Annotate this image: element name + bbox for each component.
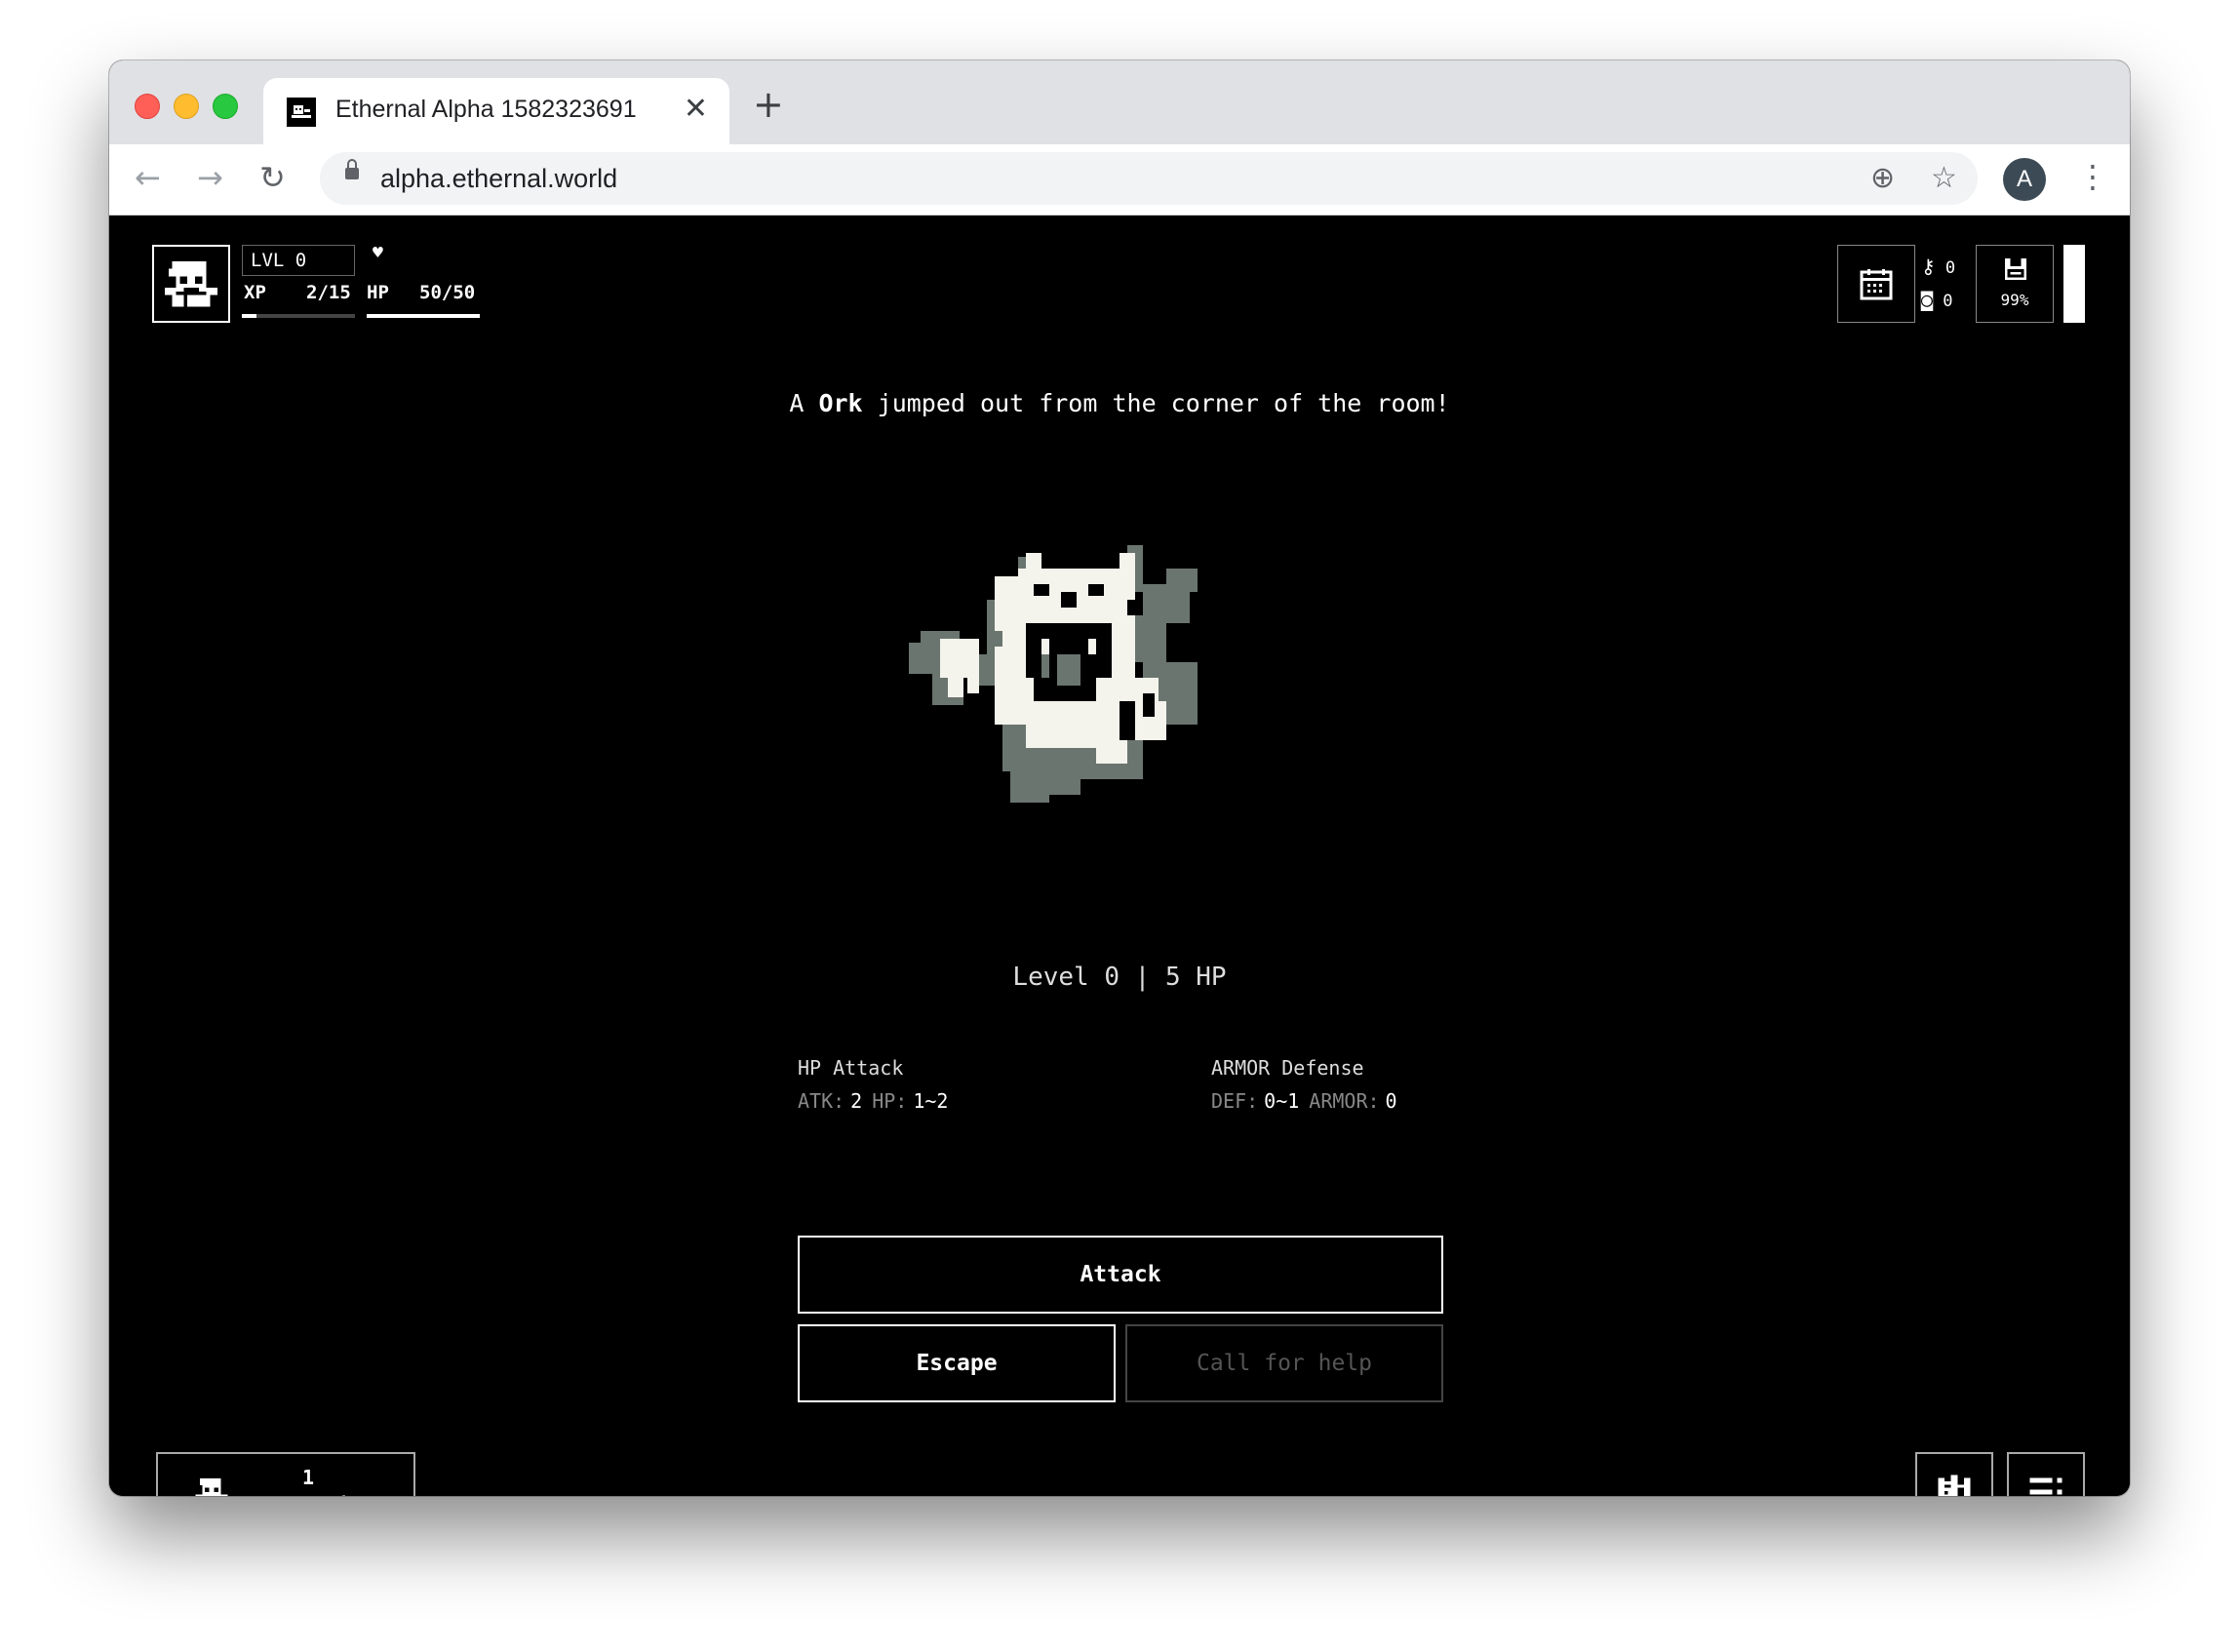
attack-button[interactable]: Attack bbox=[798, 1236, 1443, 1314]
online-label: online bbox=[302, 1491, 373, 1496]
attack-stats: HP Attack ATK: 2 HP: 1~2 bbox=[798, 1056, 958, 1113]
game-viewport: LVL 0 ♥ XP 2/15 HP 50/50 ⚷ 0 ◙ 0 99% A O… bbox=[109, 216, 2130, 1496]
map-icon bbox=[1938, 1475, 1971, 1496]
url-text[interactable]: alpha.ethernal.world bbox=[380, 164, 617, 194]
hp-dmg-label: HP: bbox=[872, 1089, 908, 1113]
armor-value: 0 bbox=[1385, 1089, 1397, 1113]
level-indicator: LVL 0 bbox=[242, 245, 355, 276]
def-value: 0~1 bbox=[1264, 1089, 1300, 1113]
save-disk-icon bbox=[2004, 257, 2027, 281]
heart-icon: ♥ bbox=[373, 243, 383, 263]
online-count-text: 1 online bbox=[302, 1464, 373, 1496]
coins-count: 0 bbox=[1943, 292, 1953, 311]
bookmark-star-icon[interactable]: ☆ bbox=[1931, 162, 1957, 195]
browser-toolbar: ← → ↻ alpha.ethernal.world ⊕ ☆ A ⋮ bbox=[109, 144, 2130, 216]
hp-dmg-value: 1~2 bbox=[913, 1089, 949, 1113]
new-tab-button[interactable]: + bbox=[753, 86, 784, 123]
attack-stats-title: HP Attack bbox=[798, 1056, 904, 1080]
enemy-level: Level 0 | 5 HP bbox=[1012, 963, 1227, 992]
maximize-icon[interactable] bbox=[213, 94, 238, 119]
keys-count: 0 bbox=[1944, 258, 1956, 278]
menu-kebab-icon[interactable]: ⋮ bbox=[2077, 158, 2108, 195]
armor-label: ARMOR: bbox=[1309, 1089, 1380, 1113]
side-panel-toggle[interactable] bbox=[2063, 245, 2085, 323]
tab-close-icon[interactable]: ✕ bbox=[684, 92, 708, 126]
save-button[interactable]: 99% bbox=[1976, 245, 2054, 323]
player-portrait[interactable] bbox=[152, 245, 230, 323]
hp-label: HP bbox=[367, 282, 389, 303]
player-avatar-icon bbox=[195, 1477, 228, 1496]
browser-tab[interactable]: Ethernal Alpha 1582323691 ✕ bbox=[263, 78, 729, 144]
inventory-counts[interactable]: ⚷ 0 ◙ 0 bbox=[1921, 251, 1955, 317]
title-bar: Ethernal Alpha 1582323691 ✕ + bbox=[109, 60, 2130, 144]
close-window-icon[interactable] bbox=[135, 94, 160, 119]
tab-title: Ethernal Alpha 1582323691 bbox=[335, 96, 637, 123]
save-percent: 99% bbox=[2000, 291, 2029, 309]
defense-stats-title: ARMOR Defense bbox=[1211, 1056, 1364, 1080]
xp-value: 2/15 bbox=[306, 282, 351, 303]
install-icon[interactable]: ⊕ bbox=[1870, 162, 1895, 195]
calendar-icon bbox=[1860, 269, 1893, 300]
address-bar[interactable]: alpha.ethernal.world ⊕ ☆ bbox=[320, 152, 1978, 205]
online-count: 1 bbox=[302, 1466, 315, 1489]
call-for-help-button: Call for help bbox=[1125, 1324, 1443, 1402]
calendar-button[interactable] bbox=[1837, 245, 1915, 323]
hp-value: 50/50 bbox=[419, 282, 476, 303]
xp-bar-fill bbox=[242, 314, 256, 318]
defense-stats-line: DEF: 0~1 ARMOR: 0 bbox=[1211, 1089, 1407, 1113]
browser-window: Ethernal Alpha 1582323691 ✕ + ← → ↻ alph… bbox=[109, 60, 2130, 1496]
escape-button[interactable]: Escape bbox=[798, 1324, 1116, 1402]
monster-name: Ork bbox=[818, 389, 863, 417]
key-icon: ⚷ bbox=[1921, 255, 1936, 278]
xp-bar bbox=[242, 314, 355, 318]
atk-label: ATK: bbox=[798, 1089, 845, 1113]
menu-list-icon bbox=[2029, 1477, 2062, 1495]
message-suffix: jumped out from the corner of the room! bbox=[862, 389, 1450, 417]
reload-icon[interactable]: ↻ bbox=[259, 158, 286, 197]
atk-value: 2 bbox=[850, 1089, 863, 1113]
defense-stats: ARMOR Defense DEF: 0~1 ARMOR: 0 bbox=[1211, 1056, 1407, 1113]
encounter-message: A Ork jumped out from the corner of the … bbox=[109, 389, 2130, 417]
def-label: DEF: bbox=[1211, 1089, 1259, 1113]
coin-icon: ◙ bbox=[1921, 288, 1934, 311]
menu-button[interactable] bbox=[2007, 1452, 2085, 1496]
lock-icon[interactable] bbox=[345, 159, 359, 179]
xp-label: XP bbox=[244, 282, 266, 303]
ork-monster-sprite bbox=[909, 545, 1299, 861]
minimize-icon[interactable] bbox=[174, 94, 199, 119]
forward-icon[interactable]: → bbox=[197, 158, 223, 197]
profile-avatar[interactable]: A bbox=[2003, 158, 2046, 201]
online-players-button[interactable]: 1 online bbox=[156, 1452, 415, 1496]
message-prefix: A bbox=[789, 389, 819, 417]
favicon-icon bbox=[287, 98, 316, 127]
map-button[interactable] bbox=[1915, 1452, 1993, 1496]
attack-stats-line: ATK: 2 HP: 1~2 bbox=[798, 1089, 958, 1113]
hp-bar-fill bbox=[367, 314, 480, 318]
back-icon[interactable]: ← bbox=[135, 158, 161, 197]
